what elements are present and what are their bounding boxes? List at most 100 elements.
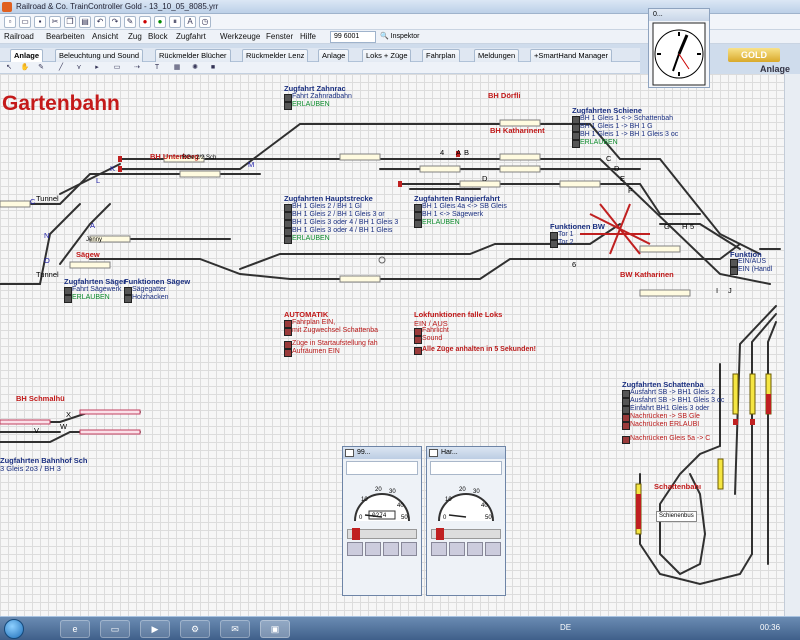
throttle-2-loco-select[interactable] xyxy=(430,461,502,475)
tab-rueckmelder-lenz[interactable]: Rückmelder Lenz xyxy=(242,49,309,62)
saege1-route[interactable]: Fahrt Sägewerk xyxy=(64,286,121,295)
clock-icon[interactable]: ◷ xyxy=(199,16,211,28)
go-icon[interactable]: ● xyxy=(154,16,166,28)
pen-icon[interactable]: ✎ xyxy=(36,63,46,73)
pointer-icon[interactable]: ↖ xyxy=(4,63,14,73)
open-icon[interactable]: ▭ xyxy=(19,16,31,28)
taskbar-traincontroller-icon[interactable]: ▣ xyxy=(260,620,290,638)
saege1-allow[interactable]: ERLAUBEN xyxy=(64,294,110,303)
signal-icon[interactable]: ▸ xyxy=(92,63,102,73)
taskbar-explorer-icon[interactable]: ▭ xyxy=(100,620,130,638)
color-fill-icon[interactable]: ■ xyxy=(208,63,218,73)
automatik-aufraeumen[interactable]: Aufräumen EIN xyxy=(284,348,340,357)
clock-window[interactable]: 0... xyxy=(648,8,710,88)
schiene-route-2[interactable]: BH 1 Gleis 1 -> BH 1 G xyxy=(572,123,653,132)
menu-ansicht[interactable]: Ansicht xyxy=(92,32,118,41)
grid-icon[interactable]: ▦ xyxy=(172,63,182,73)
rangier-allow[interactable]: ERLAUBEN xyxy=(414,219,460,228)
throttle-2-fn-c[interactable] xyxy=(467,542,483,556)
start-button[interactable] xyxy=(4,619,24,639)
automatik-zugwechsel[interactable]: mit Zugwechsel Schattenba xyxy=(284,327,378,336)
funkbw-tor-1[interactable]: Tor 1 xyxy=(550,231,574,240)
menu-werkzeuge[interactable]: Werkzeuge xyxy=(220,32,260,41)
block-icon[interactable]: ▭ xyxy=(112,63,122,73)
vertical-scrollbar[interactable] xyxy=(784,74,800,616)
taskbar-media-icon[interactable]: ▶ xyxy=(140,620,170,638)
track-icon[interactable]: ╱ xyxy=(56,63,66,73)
automatik-startaufstellung[interactable]: Züge in Startaufstellung fah xyxy=(284,340,378,349)
paste-icon[interactable]: ▤ xyxy=(79,16,91,28)
automatik-fahrplan[interactable]: Fahrplan EIN, xyxy=(284,319,335,328)
throttle-1-fn-b[interactable] xyxy=(365,542,381,556)
lokfunk-fahrlicht[interactable]: Fahrlicht xyxy=(414,327,449,336)
tab-beleuchtung[interactable]: Beleuchtung und Sound xyxy=(55,49,144,62)
schatten-route-4[interactable]: Nachrücken -> SB Gle xyxy=(622,413,700,422)
lokfunk-sound[interactable]: Sound xyxy=(414,335,442,344)
loco-select[interactable]: 99 6001 xyxy=(330,31,376,43)
text-icon[interactable]: T xyxy=(152,63,162,73)
haupt-route-1[interactable]: BH 1 Gleis 2 / BH 1 Gl xyxy=(284,203,362,212)
throttle-1-loco-select[interactable] xyxy=(346,461,418,475)
saege2-gatter[interactable]: Sägegatter xyxy=(124,286,166,295)
funktion-ein-aus[interactable]: EIN/AUS xyxy=(730,258,766,267)
throttle-1-fn-c[interactable] xyxy=(383,542,399,556)
auto-icon[interactable]: A xyxy=(184,16,196,28)
redo-icon[interactable]: ↷ xyxy=(109,16,121,28)
zahnrad-route[interactable]: Fahrt Zahnradbahn xyxy=(284,93,352,102)
schatten-route-6[interactable]: Nachrücken Gleis 5a -> C xyxy=(622,435,710,444)
zahnrad-allow[interactable]: ERLAUBEN xyxy=(284,101,330,110)
schiene-allow[interactable]: ERLAUBEN xyxy=(572,139,618,148)
undo-icon[interactable]: ↶ xyxy=(94,16,106,28)
tab-rueckmelder-bluecher[interactable]: Rückmelder Blücher xyxy=(155,49,231,62)
tab-loks-zuege[interactable]: Loks + Züge xyxy=(362,49,412,62)
tab-smarthand[interactable]: +SmartHand Manager xyxy=(530,49,612,62)
menu-fenster[interactable]: Fenster xyxy=(266,32,293,41)
throttle-1-slider-handle[interactable] xyxy=(352,528,360,540)
throttle-1-fn-d[interactable] xyxy=(401,542,417,556)
menu-zug[interactable]: Zug xyxy=(128,32,142,41)
loco-rge[interactable]: RGe 2/2 Sch xyxy=(182,154,216,163)
route-icon[interactable]: ⇢ xyxy=(132,63,142,73)
save-icon[interactable]: ▪ xyxy=(34,16,46,28)
stop-icon[interactable]: ● xyxy=(139,16,151,28)
schiene-route-3[interactable]: BH 1 Gleis 1 -> BH 1 Gleis 3 oc xyxy=(572,131,678,140)
light-icon[interactable]: ✺ xyxy=(190,63,200,73)
switch-icon[interactable]: ⋎ xyxy=(74,63,84,73)
tray-clock[interactable]: 00:36 xyxy=(760,623,780,632)
edit-mode-icon[interactable]: ✎ xyxy=(124,16,136,28)
menu-bearbeiten[interactable]: Bearbeiten xyxy=(46,32,85,41)
menu-railroad[interactable]: Railroad xyxy=(4,32,34,41)
hand-icon[interactable]: ✋ xyxy=(20,63,30,73)
pause-icon[interactable]: ⏸ xyxy=(169,16,181,28)
tab-meldungen[interactable]: Meldungen xyxy=(474,49,520,62)
loco-jenny[interactable]: Jenny xyxy=(86,236,102,245)
tab-anlage-2[interactable]: Anlage xyxy=(318,49,350,62)
lokfunk-stop-all[interactable]: Alle Züge anhalten in 5 Sekunden! xyxy=(414,346,536,355)
throttle-2-slider[interactable] xyxy=(431,528,501,540)
copy-icon[interactable]: ❐ xyxy=(64,16,76,28)
schatten-route-3[interactable]: Einfahrt BH1 Gleis 3 oder xyxy=(622,405,709,414)
taskbar-app2-icon[interactable]: ✉ xyxy=(220,620,250,638)
rangier-route-2[interactable]: BH 1 <-> Sägewerk xyxy=(414,211,483,220)
menu-hilfe[interactable]: Hilfe xyxy=(300,32,316,41)
throttle-2-slider-handle[interactable] xyxy=(436,528,444,540)
funktion-ein-hand[interactable]: EIN (Handl xyxy=(730,266,772,275)
schiene-route-1[interactable]: BH 1 Gleis 1 <-> Schattenbah xyxy=(572,115,673,124)
throttle-window-1[interactable]: 99... 0 10 20 30 40 50 0274 xyxy=(342,446,422,596)
throttle-2-fn-d[interactable] xyxy=(485,542,501,556)
throttle-2-fn-a[interactable] xyxy=(431,542,447,556)
haupt-allow[interactable]: ERLAUBEN xyxy=(284,235,330,244)
saege2-holz[interactable]: Holzhacken xyxy=(124,294,169,303)
loco-schienenbus[interactable]: Schienenbus xyxy=(656,511,697,522)
haupt-route-4[interactable]: BH 1 Gleis 3 oder 4 / BH 1 Gleis xyxy=(284,227,392,236)
tab-anlage[interactable]: Anlage xyxy=(10,49,44,62)
menu-zugfahrt[interactable]: Zugfahrt xyxy=(176,32,206,41)
schatten-route-2[interactable]: Ausfahrt SB -> BH1 Gleis 3 oc xyxy=(622,397,724,406)
taskbar-app-icon[interactable]: ⚙ xyxy=(180,620,210,638)
new-icon[interactable]: ▫ xyxy=(4,16,16,28)
taskbar-ie-icon[interactable]: e xyxy=(60,620,90,638)
schatten-route-5[interactable]: Nachrücken ERLAUBI xyxy=(622,421,699,430)
tab-fahrplan[interactable]: Fahrplan xyxy=(422,49,460,62)
menu-block[interactable]: Block xyxy=(148,32,168,41)
throttle-1-fn-a[interactable] xyxy=(347,542,363,556)
